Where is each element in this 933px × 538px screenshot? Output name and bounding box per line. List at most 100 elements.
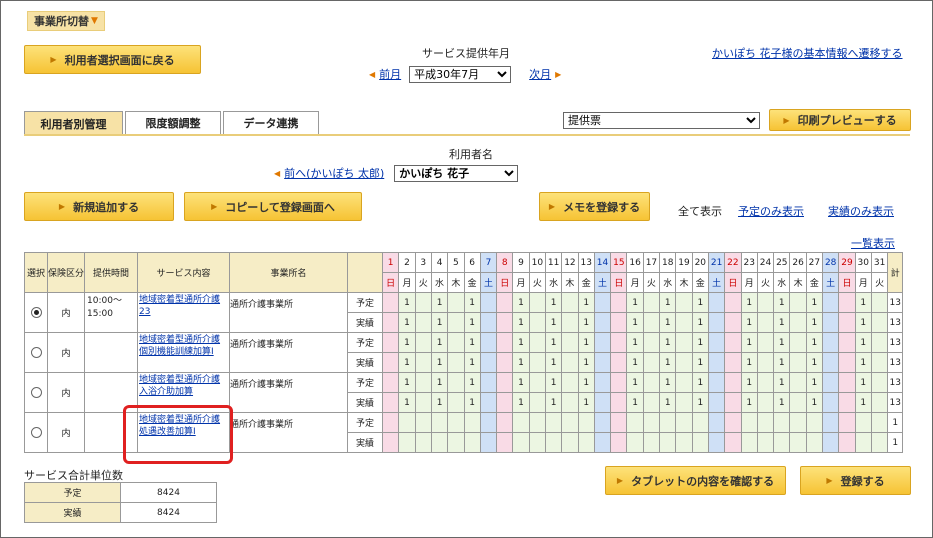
actual-day-cell[interactable] xyxy=(528,432,546,453)
user-select[interactable]: かいぽち 花子 xyxy=(394,164,519,182)
actual-day-cell[interactable] xyxy=(544,432,563,453)
row-service-link[interactable]: 地域密着型通所介護23 xyxy=(139,295,220,317)
plan-day-cell[interactable]: 1 xyxy=(398,372,416,393)
row-select-radio[interactable] xyxy=(24,412,48,453)
plan-day-cell[interactable] xyxy=(838,292,856,313)
plan-day-cell[interactable]: 1 xyxy=(463,292,481,313)
plan-day-cell[interactable]: 1 xyxy=(398,292,416,313)
plan-day-cell[interactable] xyxy=(414,292,432,313)
actual-day-cell[interactable] xyxy=(382,392,400,413)
plan-day-cell[interactable] xyxy=(561,292,579,313)
plan-day-cell[interactable] xyxy=(414,332,432,353)
actual-day-cell[interactable] xyxy=(528,352,546,373)
plan-day-cell[interactable]: 1 xyxy=(398,332,416,353)
plan-day-cell[interactable] xyxy=(512,412,530,433)
plan-day-cell[interactable]: 1 xyxy=(854,332,872,353)
actual-day-cell[interactable] xyxy=(414,432,432,453)
next-month-link[interactable]: 次月 xyxy=(529,66,551,82)
row-service-link[interactable]: 地域密着型通所介護個別機能訓練加算Ⅰ xyxy=(139,335,220,357)
plan-day-cell[interactable] xyxy=(691,412,709,433)
plan-day-cell[interactable] xyxy=(740,412,758,433)
actual-day-cell[interactable] xyxy=(479,312,498,333)
actual-day-cell[interactable] xyxy=(724,352,742,373)
plan-day-cell[interactable] xyxy=(870,412,889,433)
actual-day-cell[interactable] xyxy=(756,432,775,453)
plan-day-cell[interactable] xyxy=(854,412,872,433)
confirm-tablet-button[interactable]: ▶ タブレットの内容を確認する xyxy=(605,466,786,495)
new-add-button[interactable]: ▶ 新規追加する xyxy=(24,192,174,221)
actual-day-cell[interactable]: 1 xyxy=(398,352,416,373)
plan-day-cell[interactable] xyxy=(707,332,726,353)
plan-day-cell[interactable] xyxy=(822,292,840,313)
plan-day-cell[interactable] xyxy=(659,412,677,433)
plan-day-cell[interactable] xyxy=(756,332,775,353)
plan-day-cell[interactable] xyxy=(447,292,465,313)
actual-day-cell[interactable] xyxy=(675,352,693,373)
plan-day-cell[interactable] xyxy=(398,412,416,433)
plan-day-cell[interactable] xyxy=(414,412,432,433)
plan-day-cell[interactable]: 1 xyxy=(430,372,449,393)
actual-day-cell[interactable] xyxy=(496,432,514,453)
actual-day-cell[interactable] xyxy=(610,432,628,453)
plan-day-cell[interactable] xyxy=(724,332,742,353)
plan-day-cell[interactable] xyxy=(724,372,742,393)
actual-day-cell[interactable] xyxy=(528,312,546,333)
plan-day-cell[interactable]: 1 xyxy=(577,292,595,313)
plan-day-cell[interactable] xyxy=(724,292,742,313)
plan-day-cell[interactable] xyxy=(577,412,595,433)
row-select-radio[interactable] xyxy=(24,332,48,373)
plan-day-cell[interactable] xyxy=(675,372,693,393)
filter-plan-only-link[interactable]: 予定のみ表示 xyxy=(738,203,804,219)
plan-day-cell[interactable] xyxy=(593,412,612,433)
actual-day-cell[interactable] xyxy=(724,432,742,453)
actual-day-cell[interactable]: 1 xyxy=(398,392,416,413)
actual-day-cell[interactable] xyxy=(479,352,498,373)
plan-day-cell[interactable] xyxy=(642,372,661,393)
plan-day-cell[interactable] xyxy=(447,332,465,353)
plan-day-cell[interactable] xyxy=(756,292,775,313)
plan-day-cell[interactable] xyxy=(724,412,742,433)
actual-day-cell[interactable] xyxy=(447,432,465,453)
actual-day-cell[interactable]: 1 xyxy=(463,312,481,333)
actual-day-cell[interactable] xyxy=(593,392,612,413)
plan-day-cell[interactable] xyxy=(496,372,514,393)
office-switch-tag[interactable]: 事業所切替 ▼ xyxy=(27,11,105,31)
tab-user-management[interactable]: 利用者別管理 xyxy=(24,111,123,135)
actual-day-cell[interactable] xyxy=(822,432,840,453)
plan-day-cell[interactable]: 1 xyxy=(512,292,530,313)
plan-day-cell[interactable] xyxy=(707,412,726,433)
actual-day-cell[interactable]: 1 xyxy=(512,352,530,373)
actual-day-cell[interactable]: 1 xyxy=(512,392,530,413)
register-button[interactable]: ▶ 登録する xyxy=(800,466,911,495)
prev-user-link[interactable]: 前へ(かいぽち 太郎) xyxy=(284,165,384,181)
actual-day-cell[interactable] xyxy=(447,312,465,333)
actual-day-cell[interactable]: 1 xyxy=(854,312,872,333)
actual-day-cell[interactable] xyxy=(870,432,889,453)
plan-day-cell[interactable] xyxy=(528,412,546,433)
actual-day-cell[interactable] xyxy=(756,352,775,373)
actual-day-cell[interactable] xyxy=(382,432,400,453)
plan-day-cell[interactable] xyxy=(496,412,514,433)
plan-day-cell[interactable] xyxy=(789,292,807,313)
actual-day-cell[interactable] xyxy=(479,432,498,453)
actual-day-cell[interactable] xyxy=(854,432,872,453)
actual-day-cell[interactable]: 1 xyxy=(577,352,595,373)
actual-day-cell[interactable]: 1 xyxy=(773,312,791,333)
actual-day-cell[interactable] xyxy=(789,392,807,413)
actual-day-cell[interactable] xyxy=(496,392,514,413)
actual-day-cell[interactable] xyxy=(659,432,677,453)
plan-day-cell[interactable] xyxy=(463,412,481,433)
plan-day-cell[interactable] xyxy=(838,332,856,353)
plan-day-cell[interactable]: 1 xyxy=(659,292,677,313)
actual-day-cell[interactable]: 1 xyxy=(805,352,824,373)
plan-day-cell[interactable]: 1 xyxy=(577,332,595,353)
plan-day-cell[interactable] xyxy=(789,412,807,433)
actual-day-cell[interactable] xyxy=(756,392,775,413)
filter-all[interactable]: 全て表示 xyxy=(678,203,722,219)
copy-register-button[interactable]: ▶ コピーして登録画面へ xyxy=(184,192,362,221)
tab-data-link[interactable]: データ連携 xyxy=(223,111,319,135)
plan-day-cell[interactable] xyxy=(642,332,661,353)
plan-day-cell[interactable] xyxy=(626,412,644,433)
plan-day-cell[interactable] xyxy=(822,412,840,433)
actual-day-cell[interactable] xyxy=(447,352,465,373)
